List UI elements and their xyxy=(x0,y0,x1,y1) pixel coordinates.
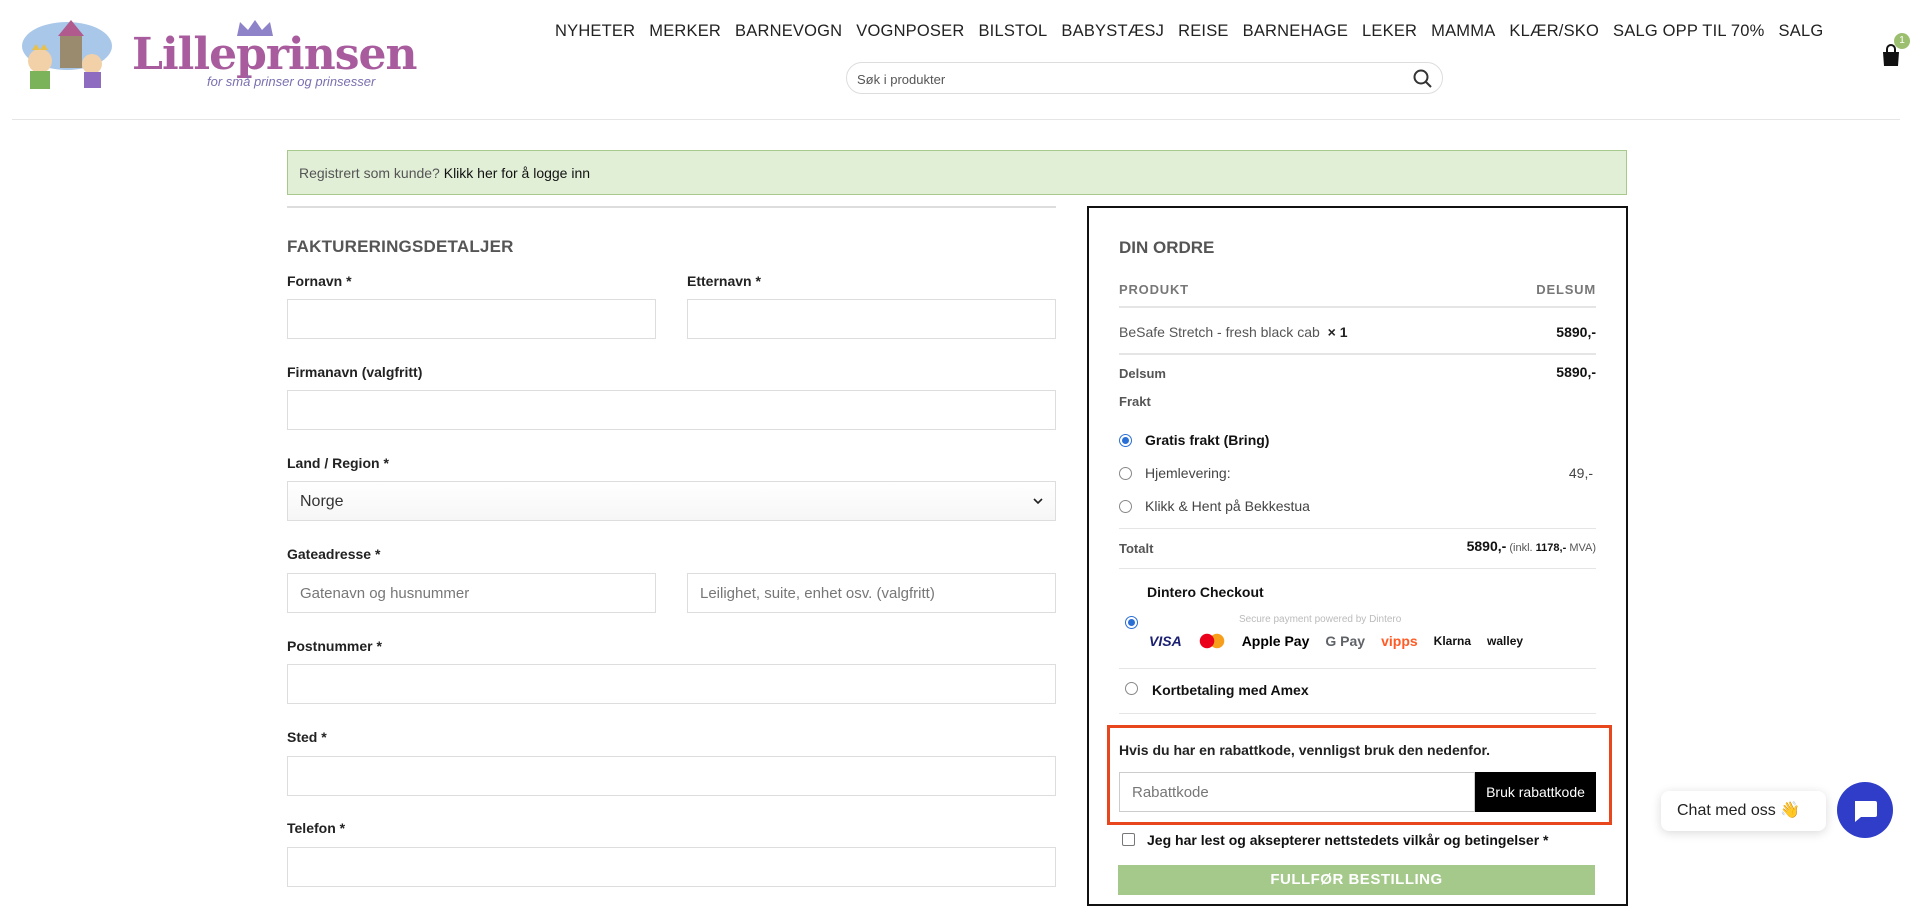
login-link[interactable]: Klikk her for å logge inn xyxy=(444,165,590,181)
logo-illustration-icon xyxy=(22,20,112,89)
billing-title: FAKTURERINGSDETALJER xyxy=(287,237,514,256)
dintero-radio[interactable] xyxy=(1125,616,1138,629)
subtotal-label: Delsum xyxy=(1119,366,1166,381)
nav-item[interactable]: VOGNPOSER xyxy=(849,22,971,41)
street-field[interactable] xyxy=(287,573,656,613)
main-nav: NYHETER MERKER BARNEVOGN VOGNPOSER BILSTOL BA… xyxy=(548,22,1830,41)
search-bar xyxy=(846,62,1443,94)
nav-item[interactable]: KLÆR/SKO xyxy=(1502,22,1606,41)
visa-logo-icon: VISA xyxy=(1149,633,1182,649)
last-name-label: Etternavn * xyxy=(687,273,761,289)
shipping-radio[interactable] xyxy=(1119,467,1132,480)
total-value: 5890,- xyxy=(1466,538,1507,554)
total-vat-prefix: (inkl. xyxy=(1509,542,1533,554)
walley-logo-icon: walley xyxy=(1487,634,1524,648)
mastercard-logo-icon: mastercard xyxy=(1197,633,1226,649)
chat-pill[interactable]: Chat med oss 👋 xyxy=(1661,791,1826,831)
chat-bubble-icon xyxy=(1855,801,1877,822)
company-label: Firmanavn (valgfritt) xyxy=(287,364,423,380)
shipping-option-price: 49,- xyxy=(1568,465,1593,481)
payment-logos: VISA mastercard Apple Pay G Pay vipps Klarna w… xyxy=(1149,633,1523,649)
subtotal-row: Delsum 5890,- xyxy=(1119,354,1596,394)
nav-item[interactable]: BABYSTÆSJ xyxy=(1054,22,1171,41)
nav-item[interactable]: MERKER xyxy=(642,22,728,41)
total-row: Totalt 5890,- (inkl. 1178,- MVA) xyxy=(1119,528,1596,564)
last-name-field[interactable] xyxy=(687,299,1056,339)
place-order-button[interactable]: FULLFØR BESTILLING xyxy=(1118,865,1595,895)
phone-label: Telefon * xyxy=(287,820,346,836)
apple-pay-logo-icon: Apple Pay xyxy=(1241,633,1310,649)
phone-field[interactable] xyxy=(287,847,1056,887)
country-label: Land / Region * xyxy=(287,455,389,471)
chat-label: Chat med oss xyxy=(1677,802,1776,819)
coupon-input[interactable] xyxy=(1119,772,1475,812)
apply-coupon-button[interactable]: Bruk rabattkode xyxy=(1475,772,1596,812)
nav-item[interactable]: BARNEHAGE xyxy=(1236,22,1355,41)
item-name: BeSafe Stretch - fresh black cab xyxy=(1119,324,1320,340)
nav-item[interactable]: BILSTOL xyxy=(971,22,1054,41)
vipps-logo-icon: vipps xyxy=(1381,633,1418,649)
order-item-row: BeSafe Stretch - fresh black cab × 1 589… xyxy=(1119,308,1596,354)
first-name-label: Fornavn * xyxy=(287,273,352,289)
nav-item[interactable]: REISE xyxy=(1171,22,1236,41)
shipping-option-label[interactable]: Gratis frakt (Bring) xyxy=(1145,432,1269,448)
postcode-label: Postnummer * xyxy=(287,638,382,654)
cart-count-badge: 1 xyxy=(1894,33,1910,49)
coupon-instructions: Hvis du har en rabattkode, vennligst bru… xyxy=(1119,742,1491,758)
dintero-powered-text: Secure payment powered by Dintero xyxy=(1239,614,1402,625)
nav-item[interactable]: SALG xyxy=(1772,22,1831,41)
site-header: Lilleprinsen for små prinser og prinsess… xyxy=(0,0,1915,120)
shipping-option-label[interactable]: Klikk & Hent på Bekkestua xyxy=(1145,498,1310,514)
login-notice: Registrert som kunde? Klikk her for å lo… xyxy=(287,150,1627,195)
shipping-radio[interactable] xyxy=(1119,434,1132,447)
postcode-field[interactable] xyxy=(287,664,1056,704)
shipping-options: Gratis frakt (Bring) Hjemlevering: 49,- Kli… xyxy=(1119,420,1596,520)
nav-item[interactable]: BARNEVOGN xyxy=(728,22,849,41)
dintero-label: Dintero Checkout xyxy=(1147,584,1264,600)
company-field[interactable] xyxy=(287,390,1056,430)
shipping-radio[interactable] xyxy=(1119,500,1132,513)
amex-radio[interactable] xyxy=(1125,682,1138,695)
logo-tagline: for små prinser og prinsesser xyxy=(207,74,376,89)
order-title: DIN ORDRE xyxy=(1119,238,1215,257)
klarna-logo-icon: Klarna xyxy=(1433,634,1472,648)
site-logo[interactable]: Lilleprinsen for små prinser og prinsess… xyxy=(12,16,417,96)
login-notice-text: Registrert som kunde? xyxy=(299,165,440,181)
subtotal-value: 5890,- xyxy=(1556,364,1596,380)
g-pay-logo-icon: G Pay xyxy=(1325,633,1366,649)
total-vat-amount: 1178,- xyxy=(1535,542,1567,554)
first-name-field[interactable] xyxy=(287,299,656,339)
order-table-header: PRODUKT DELSUM xyxy=(1119,276,1596,308)
country-select[interactable]: Norge xyxy=(287,481,1056,521)
terms-label[interactable]: Jeg har lest og aksepterer nettstedets v… xyxy=(1147,832,1548,848)
shipping-option-label[interactable]: Hjemlevering: xyxy=(1145,465,1231,481)
nav-item[interactable]: NYHETER xyxy=(548,22,642,41)
item-qty: × 1 xyxy=(1327,324,1348,340)
header-divider xyxy=(12,119,1900,120)
subtotal-column-header: DELSUM xyxy=(1536,282,1596,297)
nav-item[interactable]: SALG OPP TIL 70% xyxy=(1606,22,1771,41)
total-vat-suffix: MVA) xyxy=(1569,542,1596,554)
nav-item[interactable]: LEKER xyxy=(1355,22,1424,41)
nav-item[interactable]: MAMMA xyxy=(1424,22,1502,41)
terms-checkbox[interactable] xyxy=(1122,833,1135,846)
crown-icon xyxy=(237,20,273,36)
shipping-label: Frakt xyxy=(1119,394,1151,409)
chevron-down-icon xyxy=(1033,498,1043,505)
city-label: Sted * xyxy=(287,729,327,745)
city-field[interactable] xyxy=(287,756,1056,796)
search-icon[interactable] xyxy=(1412,68,1434,90)
chat-launcher-button[interactable] xyxy=(1837,782,1893,838)
apartment-field[interactable] xyxy=(687,573,1056,613)
wave-emoji-icon: 👋 xyxy=(1780,802,1801,819)
form-top-divider xyxy=(287,206,1056,208)
coupon-section: Hvis du har en rabattkode, vennligst bru… xyxy=(1107,725,1612,825)
country-value: Norge xyxy=(300,493,344,510)
search-input[interactable] xyxy=(857,69,1397,89)
amex-label: Kortbetaling med Amex xyxy=(1152,682,1309,698)
street-label: Gateadresse * xyxy=(287,546,381,562)
item-price: 5890,- xyxy=(1556,324,1596,340)
total-label: Totalt xyxy=(1119,541,1154,556)
product-column-header: PRODUKT xyxy=(1119,282,1189,297)
